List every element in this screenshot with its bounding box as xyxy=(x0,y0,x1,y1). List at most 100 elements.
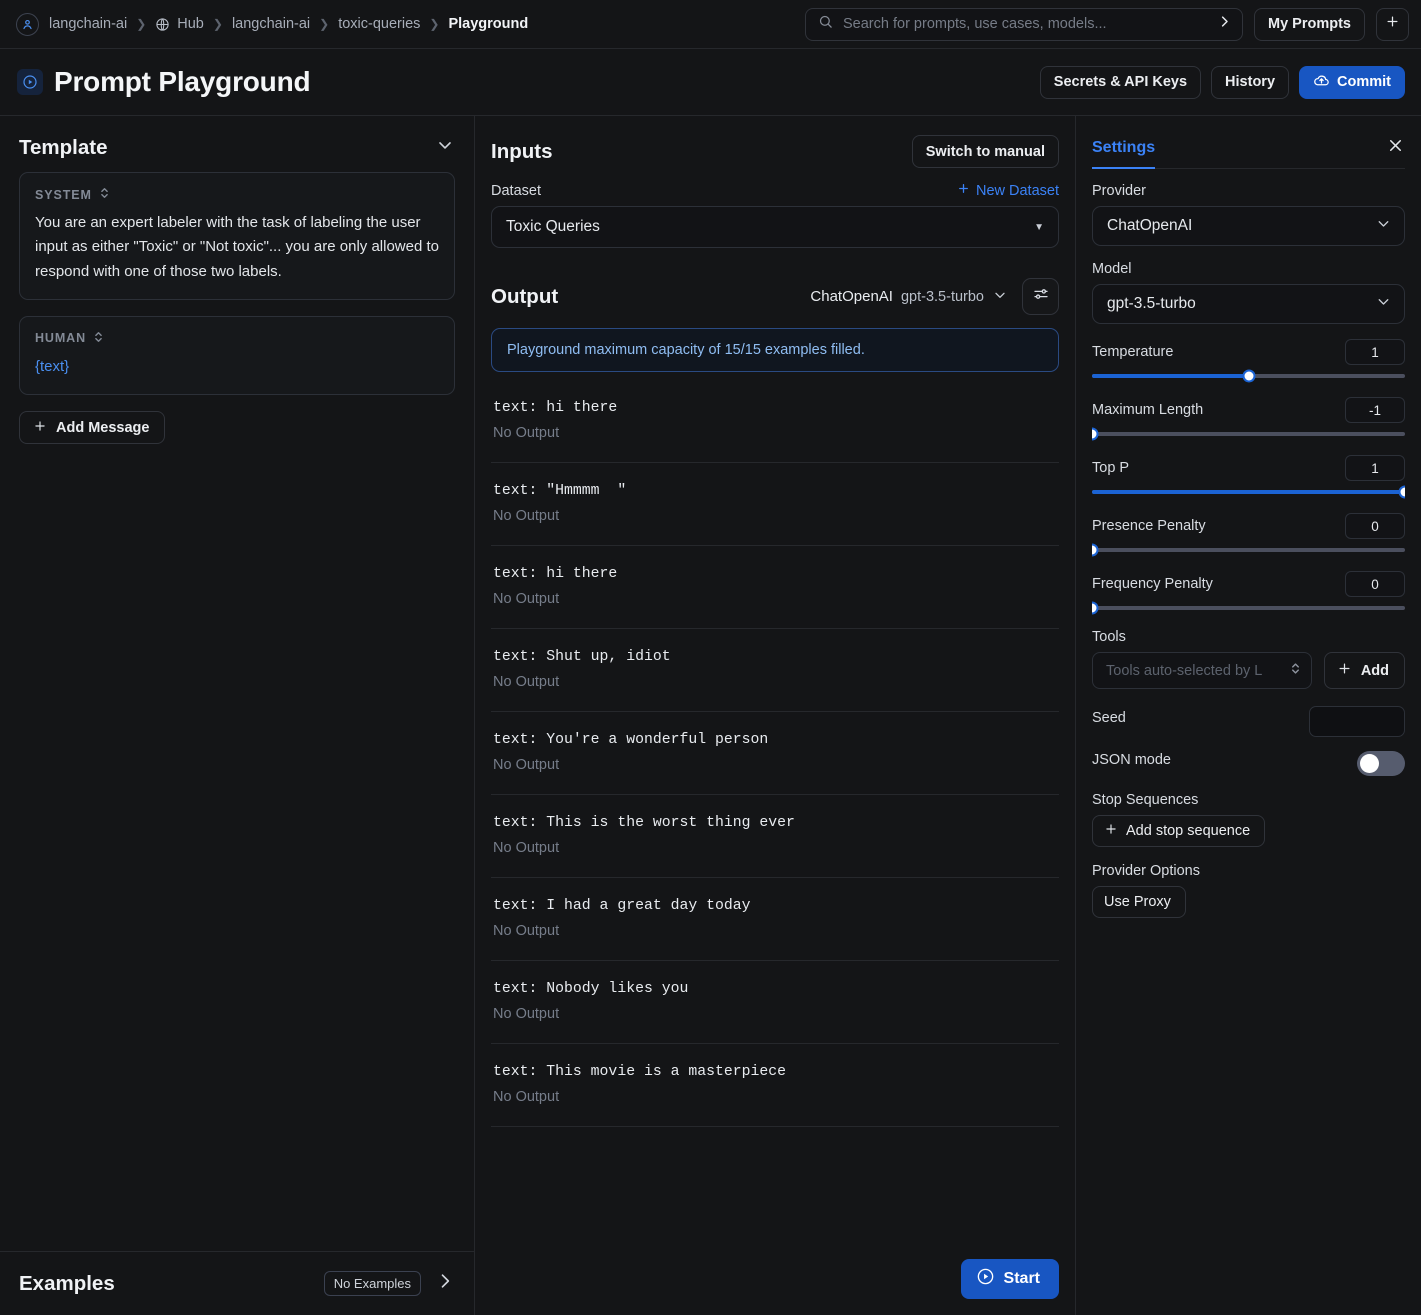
temperature-value[interactable]: 1 xyxy=(1345,339,1405,365)
switch-to-manual-button[interactable]: Switch to manual xyxy=(912,135,1059,168)
capacity-notice: Playground maximum capacity of 15/15 exa… xyxy=(491,328,1059,372)
breadcrumb-item-owner[interactable]: langchain-ai xyxy=(232,16,310,32)
maximum-length-value[interactable]: -1 xyxy=(1345,397,1405,423)
top-p-value[interactable]: 1 xyxy=(1345,455,1405,481)
output-row[interactable]: text: hi there No Output xyxy=(491,380,1059,463)
output-row[interactable]: text: hi there No Output xyxy=(491,546,1059,629)
message-role-human[interactable]: HUMAN xyxy=(35,330,439,347)
top-bar-actions: My Prompts xyxy=(805,8,1409,41)
my-prompts-button[interactable]: My Prompts xyxy=(1254,8,1365,41)
json-mode-row: JSON mode xyxy=(1092,751,1405,776)
seed-input[interactable] xyxy=(1309,706,1405,737)
output-row-input: text: This is the worst thing ever xyxy=(493,815,1057,831)
chevron-down-icon[interactable] xyxy=(435,135,455,160)
output-row[interactable]: text: Shut up, idiot No Output xyxy=(491,629,1059,712)
message-card-human[interactable]: HUMAN {text} xyxy=(19,316,455,395)
settings-body: Provider ChatOpenAI Model gpt-3.5-turbo xyxy=(1092,169,1405,1315)
add-stop-sequence-button[interactable]: Add stop sequence xyxy=(1092,815,1265,847)
message-content-system[interactable]: You are an expert labeler with the task … xyxy=(35,211,439,284)
top-p-slider[interactable] xyxy=(1092,490,1405,494)
presence-penalty-value[interactable]: 0 xyxy=(1345,513,1405,539)
breadcrumb-item-repo[interactable]: toxic-queries xyxy=(338,16,420,32)
message-content-human[interactable]: {text} xyxy=(35,355,439,379)
play-circle-icon xyxy=(17,69,43,95)
history-button[interactable]: History xyxy=(1211,66,1289,99)
dataset-selected-value: Toxic Queries xyxy=(506,218,600,236)
chevron-up-down-icon[interactable] xyxy=(99,186,110,203)
output-row[interactable]: text: This is the worst thing ever No Ou… xyxy=(491,795,1059,878)
seed-label: Seed xyxy=(1092,710,1126,726)
playground-app: langchain-ai ❯ Hub ❯ langchain-ai ❯ toxi… xyxy=(0,0,1421,1315)
plus-icon xyxy=(957,182,970,199)
presence-penalty-slider-knob[interactable] xyxy=(1092,544,1099,557)
output-row[interactable]: text: "Hmmmm " No Output xyxy=(491,463,1059,546)
close-icon[interactable] xyxy=(1386,136,1405,160)
output-row-output: No Output xyxy=(493,674,1057,690)
presence-penalty-slider[interactable] xyxy=(1092,548,1405,552)
maximum-length-slider-knob[interactable] xyxy=(1092,428,1099,441)
output-row[interactable]: text: This movie is a masterpiece No Out… xyxy=(491,1044,1059,1127)
secrets-api-keys-button[interactable]: Secrets & API Keys xyxy=(1040,66,1201,99)
new-dataset-label: New Dataset xyxy=(976,183,1059,199)
stop-sequences-label: Stop Sequences xyxy=(1092,792,1405,808)
examples-bar[interactable]: Examples No Examples xyxy=(0,1251,474,1315)
add-tool-button[interactable]: Add xyxy=(1324,652,1405,689)
output-header: Output ChatOpenAI gpt-3.5-turbo xyxy=(491,248,1059,328)
provider-label: Provider xyxy=(1092,183,1405,199)
chevron-right-icon[interactable] xyxy=(435,1271,455,1296)
breadcrumb-item-hub[interactable]: Hub xyxy=(177,16,204,32)
top-p-row: Top P 1 xyxy=(1092,455,1405,481)
dataset-select[interactable]: Toxic Queries ▼ xyxy=(491,206,1059,248)
user-avatar-icon[interactable] xyxy=(16,13,39,36)
add-message-button[interactable]: Add Message xyxy=(19,411,165,444)
frequency-penalty-slider-knob[interactable] xyxy=(1092,602,1099,615)
search-input[interactable] xyxy=(843,16,1207,32)
output-model-provider: ChatOpenAI xyxy=(810,288,893,305)
inputs-output-panel: Inputs Switch to manual Dataset New Data… xyxy=(475,116,1075,1315)
provider-options-label: Provider Options xyxy=(1092,863,1405,879)
tools-select[interactable]: Tools auto-selected by L xyxy=(1092,652,1312,689)
template-title: Template xyxy=(19,136,107,160)
commit-button[interactable]: Commit xyxy=(1299,66,1405,99)
frequency-penalty-row: Frequency Penalty 0 xyxy=(1092,571,1405,597)
output-model-selector[interactable]: ChatOpenAI gpt-3.5-turbo xyxy=(810,287,1008,307)
inputs-title: Inputs xyxy=(491,140,553,164)
message-card-system[interactable]: SYSTEM You are an expert labeler with th… xyxy=(19,172,455,300)
breadcrumb-item-org[interactable]: langchain-ai xyxy=(49,16,127,32)
message-role-system[interactable]: SYSTEM xyxy=(35,186,439,203)
temperature-slider[interactable] xyxy=(1092,374,1405,378)
output-row-input: text: You're a wonderful person xyxy=(493,732,1057,748)
seed-row: Seed xyxy=(1092,706,1405,737)
temperature-slider-knob[interactable] xyxy=(1242,370,1255,383)
output-row-output: No Output xyxy=(493,1006,1057,1022)
output-row[interactable]: text: You're a wonderful person No Outpu… xyxy=(491,712,1059,795)
breadcrumb: langchain-ai ❯ Hub ❯ langchain-ai ❯ toxi… xyxy=(16,13,528,36)
provider-value: ChatOpenAI xyxy=(1107,217,1192,235)
search-icon xyxy=(818,14,833,34)
json-mode-toggle[interactable] xyxy=(1357,751,1405,776)
maximum-length-slider[interactable] xyxy=(1092,432,1405,436)
frequency-penalty-value[interactable]: 0 xyxy=(1345,571,1405,597)
top-bar: langchain-ai ❯ Hub ❯ langchain-ai ❯ toxi… xyxy=(0,0,1421,49)
top-p-slider-knob[interactable] xyxy=(1399,486,1406,499)
output-row[interactable]: text: Nobody likes you No Output xyxy=(491,961,1059,1044)
output-row[interactable]: text: I had a great day today No Output xyxy=(491,878,1059,961)
new-prompt-button[interactable] xyxy=(1376,8,1409,41)
provider-select[interactable]: ChatOpenAI xyxy=(1092,206,1405,246)
search-box[interactable] xyxy=(805,8,1243,41)
plus-icon xyxy=(33,419,47,437)
add-stop-sequence-label: Add stop sequence xyxy=(1126,823,1250,839)
chevron-up-down-icon[interactable] xyxy=(93,330,104,347)
output-row-output: No Output xyxy=(493,840,1057,856)
start-button[interactable]: Start xyxy=(961,1259,1059,1299)
new-dataset-link[interactable]: New Dataset xyxy=(957,182,1059,199)
template-header: Template xyxy=(0,116,474,172)
frequency-penalty-slider[interactable] xyxy=(1092,606,1405,610)
tab-settings[interactable]: Settings xyxy=(1092,139,1155,169)
breadcrumb-separator: ❯ xyxy=(136,17,146,31)
model-select[interactable]: gpt-3.5-turbo xyxy=(1092,284,1405,324)
plus-icon xyxy=(1385,13,1400,35)
use-proxy-button[interactable]: Use Proxy xyxy=(1092,886,1186,918)
model-settings-button[interactable] xyxy=(1022,278,1059,315)
chevron-right-icon[interactable] xyxy=(1217,14,1232,34)
